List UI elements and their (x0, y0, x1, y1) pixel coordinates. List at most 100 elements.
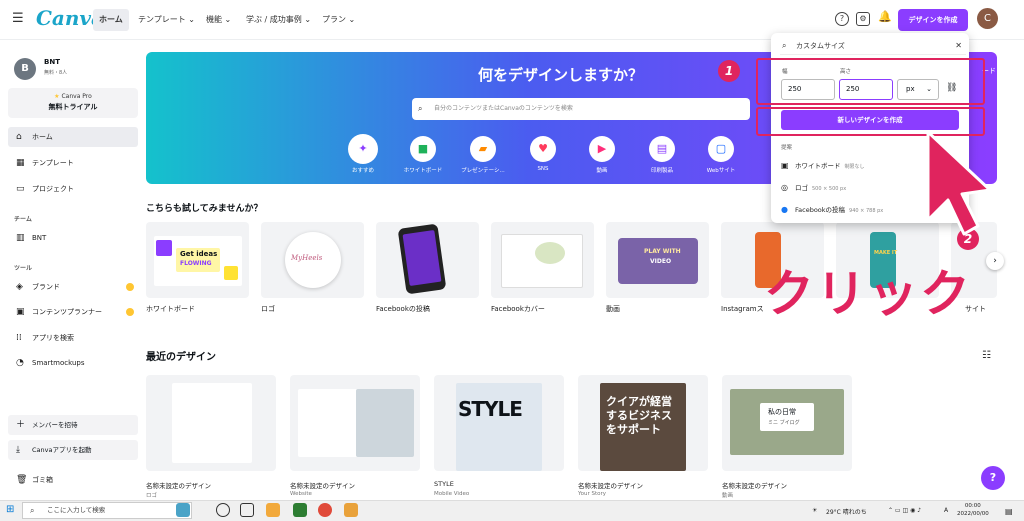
nav-learn-label: 学ぶ / 成功事例 (246, 15, 302, 24)
recent-section-title: 最近のデザイン (146, 352, 216, 363)
settings-icon[interactable]: ⚙ (856, 12, 870, 26)
cortana-icon[interactable] (216, 503, 230, 517)
taskbar-app-icon[interactable] (176, 503, 190, 517)
pro-trial-label: 無料トライアル (48, 103, 98, 111)
sidebar-item-home[interactable]: ⌂ ホーム (8, 127, 138, 147)
sidebar-item-team[interactable]: ▥ BNT (8, 228, 138, 248)
apps-icon: ⁞⁞ (16, 333, 22, 343)
sidebar-item-trash[interactable]: 🗑 ゴミ箱 (8, 470, 138, 490)
weather-icon[interactable]: ☀ (812, 507, 817, 514)
recent-design-card[interactable]: STYLE (434, 375, 564, 471)
category-website[interactable]: ▢ Webサイト (691, 136, 751, 174)
suggestion-label: ホワイトボード (795, 162, 841, 170)
create-design-button[interactable]: デザインを作成 (898, 9, 968, 31)
template-card-video[interactable]: PLAY WITH VIDEO (606, 222, 709, 298)
card-label: Facebookの投稿 (376, 305, 430, 313)
nav-home[interactable]: ホーム (93, 9, 129, 31)
category-video[interactable]: ▶ 動画 (572, 136, 632, 174)
help-button[interactable]: ? (981, 466, 1005, 490)
sidebar-item-label: プロジェクト (32, 185, 74, 193)
taskbar-search-input[interactable]: ⌕ ここに入力して検索 (22, 502, 192, 519)
help-icon[interactable]: ? (835, 12, 849, 26)
recent-type: Website (290, 491, 312, 497)
click-annotation-text: クリック (764, 265, 972, 323)
explorer-icon[interactable] (266, 503, 280, 517)
team-name[interactable]: BNT (44, 58, 60, 66)
category-sns[interactable]: ♥ SNS (513, 136, 573, 172)
nav-learn[interactable]: 学ぶ / 成功事例 ⌄ (240, 9, 317, 31)
sidebar-item-planner[interactable]: ▣ コンテンツプランナー (8, 302, 138, 322)
panel-search-input[interactable]: ⌕ カスタムサイズ ✕ (780, 37, 966, 55)
close-icon[interactable]: ✕ (955, 37, 962, 55)
category-presentation[interactable]: ▰ プレゼンテーシ... (453, 136, 513, 174)
recent-design-card[interactable]: 私の日常 ミニ ブイログ (722, 375, 852, 471)
sidebar-item-smartmockups[interactable]: ◔ Smartmockups (8, 353, 138, 373)
sidebar-item-brand[interactable]: ◈ ブランド (8, 277, 138, 297)
tray-icons[interactable]: ⌃ ▭ ◫ ◉ ♪ (888, 507, 921, 514)
next-arrow-button[interactable]: › (986, 252, 1004, 270)
recent-name: 名称未設定のデザイン (146, 482, 211, 490)
logo-icon: ◎ (781, 183, 788, 192)
template-card-facebook-cover[interactable] (491, 222, 594, 298)
suggestion-logo[interactable]: ◎ ロゴ 500 × 500 px (781, 182, 846, 195)
category-label: 動画 (596, 168, 608, 174)
annotation-box-size-fields (756, 58, 985, 105)
whiteboard-shape (156, 240, 172, 256)
sidebar-item-label: テンプレート (32, 159, 74, 167)
launch-app-button[interactable]: ⤓ Canvaアプリを起動 (8, 440, 138, 460)
nav-features[interactable]: 機能 ⌄ (200, 9, 237, 31)
card-label: ロゴ (261, 305, 275, 313)
taskbar-app-icon[interactable] (293, 503, 307, 517)
recent-name: STYLE (434, 480, 454, 488)
category-whiteboard[interactable]: ■ ホワイトボード (393, 136, 453, 174)
task-view-icon[interactable] (240, 503, 254, 517)
search-icon: ⌕ (30, 506, 35, 515)
category-label: 印刷製品 (650, 168, 673, 174)
recent-design-card[interactable] (290, 375, 420, 471)
recent-design-card[interactable]: クイアが経営するビジネスをサポート (578, 375, 708, 471)
template-card-logo[interactable]: MyHeels (261, 222, 364, 298)
recent-design-card[interactable] (146, 375, 276, 471)
suggestion-facebook-post[interactable]: ● Facebookの投稿 940 × 788 px (781, 204, 883, 217)
sidebar-item-apps[interactable]: ⁞⁞ アプリを検索 (8, 328, 138, 348)
category-recommended[interactable]: ✦ おすすめ (333, 136, 393, 174)
suggestion-whiteboard[interactable]: ▣ ホワイトボード 制限なし (781, 160, 865, 173)
sidebar-item-projects[interactable]: ▭ プロジェクト (8, 179, 138, 199)
template-card-facebook-post[interactable] (376, 222, 479, 298)
hero-search-input[interactable]: ⌕ 自分のコンテンツまたはCanvaのコンテンツを検索 (412, 98, 750, 120)
sidebar-item-label: Smartmockups (32, 359, 85, 367)
nav-plans[interactable]: プラン ⌄ (316, 9, 361, 31)
menu-icon[interactable]: ☰ (12, 11, 24, 26)
recent-type: ロゴ (146, 493, 158, 499)
pro-trial-box[interactable]: ★ Canva Pro 無料トライアル (8, 88, 138, 118)
nav-templates[interactable]: テンプレート ⌄ (132, 9, 201, 31)
taskbar-app-icon[interactable] (344, 503, 358, 517)
weather-text[interactable]: 29°C 晴れのち (826, 507, 867, 516)
suggestion-label: ロゴ (795, 184, 808, 192)
recent-type: 動画 (722, 493, 734, 499)
bell-icon[interactable]: 🔔 (878, 10, 892, 23)
notification-icon[interactable]: ▤ (1005, 507, 1013, 516)
user-avatar[interactable]: C (977, 8, 998, 29)
category-print[interactable]: ▤ 印刷製品 (632, 136, 692, 174)
sidebar-item-templates[interactable]: ▦ テンプレート (8, 153, 138, 173)
recent-name: 名称未設定のデザイン (722, 482, 787, 490)
windows-start-icon[interactable]: ⊞ (6, 504, 14, 515)
pro-label-text: Canva Pro (61, 93, 92, 100)
team-section-heading: チーム (14, 216, 32, 223)
invite-members-button[interactable]: ＋ メンバーを招待 (8, 415, 138, 435)
recent-thumb-text: 私の日常 (768, 408, 796, 416)
whiteboard-icon: ■ (410, 136, 436, 162)
heart-icon: ♥ (530, 136, 556, 162)
template-icon: ▦ (16, 158, 25, 168)
taskbar-clock[interactable]: 00:00 2022/00/00 (957, 502, 989, 518)
sidebar-footer-label: Canvaアプリを起動 (32, 446, 92, 454)
trash-icon: 🗑 (16, 475, 28, 485)
input-language[interactable]: A (944, 507, 948, 514)
team-meta: 無料・8人 (44, 70, 68, 76)
chrome-icon[interactable] (318, 503, 332, 517)
team-avatar[interactable]: B (14, 58, 36, 80)
template-card-whiteboard[interactable]: Get ideas FLOWING (146, 222, 249, 298)
recent-type: Mobile Video (434, 491, 470, 497)
list-view-icon[interactable]: ☷ (982, 350, 991, 361)
